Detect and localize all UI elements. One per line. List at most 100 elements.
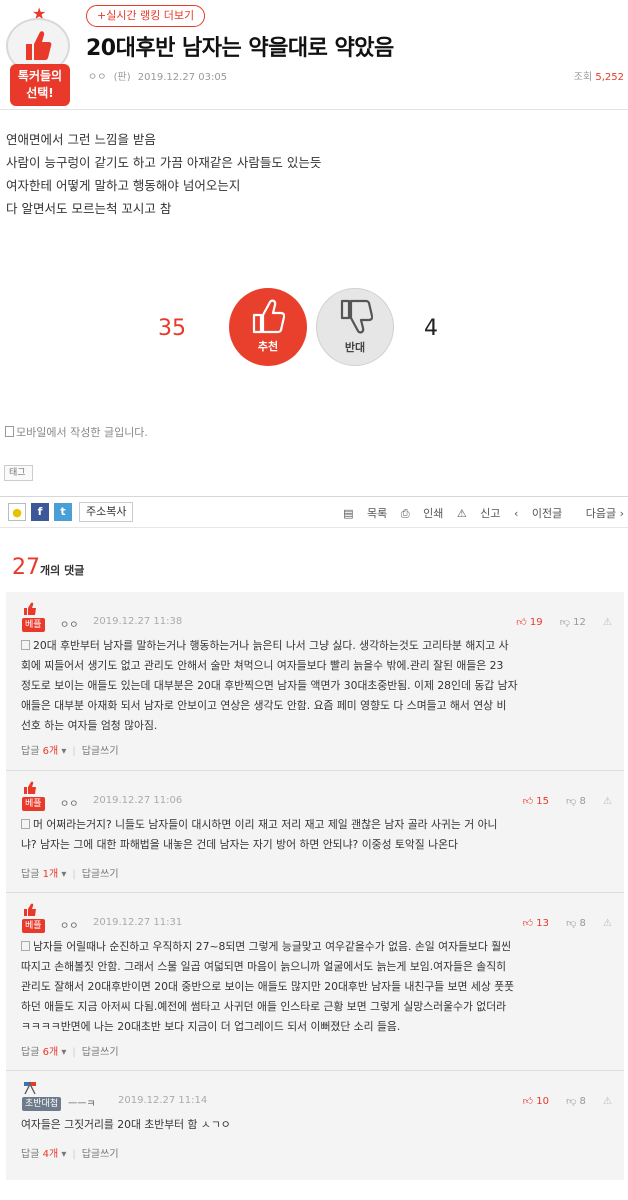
comment-line: 선호 하는 여자들 엄청 많아짐.: [21, 719, 158, 732]
comment-up-count: 10: [536, 1096, 549, 1107]
reply-count: 1개: [42, 869, 59, 880]
best-reply-badge: 베플: [22, 780, 45, 811]
comment-downvote[interactable]: 👎︎ 8: [566, 918, 586, 929]
upvote-count: 35: [158, 316, 186, 341]
reply-write-link[interactable]: 답글쓰기: [82, 1149, 119, 1160]
badge-label: 톡커들의 선택!: [10, 64, 70, 106]
post-toolbar: ● f t 주소복사 ▤ 목록 ⎙ 인쇄 ⚠ 신고 ‹ 이전글 다음글 ›: [0, 496, 628, 528]
comment-line: 애들은 대부분 아재화 되서 남자로 안보이고 연상은 생각도 안함. 요즘 페…: [21, 699, 507, 712]
report-link-label: 신고: [480, 507, 501, 520]
comment-author[interactable]: ㅇㅇ: [60, 795, 78, 810]
downvote-button[interactable]: 반대: [316, 288, 394, 366]
report-icon[interactable]: ⚠: [603, 617, 612, 628]
comment-line: 냐? 남자는 그에 대한 파해법을 내놓은 건데 남자는 자기 방어 하면 안되…: [21, 838, 458, 851]
facebook-share-icon[interactable]: f: [31, 503, 49, 521]
comment-text: 20대 후반부터 남자를 말하는거나 행동하는거나 늙은티 나서 그냥 싫다. …: [21, 636, 612, 736]
reply-count: 6개: [42, 1047, 59, 1058]
views-value: 5,252: [595, 72, 624, 83]
rank-label: 베플: [22, 618, 45, 632]
comment-downvote[interactable]: 👎︎ 12: [560, 617, 586, 628]
reply-count: 4개: [42, 1149, 59, 1160]
comment-up-count: 13: [536, 918, 549, 929]
post-author[interactable]: ㅇㅇ: [88, 72, 106, 83]
rank-label: 초반대첩: [22, 1097, 62, 1111]
realtime-ranking-button[interactable]: +실시간 랭킹 더보기: [86, 5, 206, 27]
comment-author[interactable]: ㅡㅡㅋ: [68, 1095, 96, 1110]
mobile-note: 모바일에서 작성한 글입니다.: [5, 424, 148, 440]
copy-url-button[interactable]: 주소복사: [79, 502, 134, 522]
post-body: 연애면에서 그런 느낌을 받음 사람이 능구렁이 같기도 하고 가끔 아재같은 …: [6, 128, 321, 220]
comment-upvote[interactable]: 👍︎ 13: [523, 918, 549, 929]
comment-downvote[interactable]: 👎︎ 8: [566, 1096, 586, 1107]
rank-label: 베플: [22, 797, 45, 811]
comment-line: 여자들은 그짓거리를 20대 초반부터 함 ㅅㄱㅇ: [21, 1118, 231, 1131]
list-link[interactable]: ▤ 목록: [343, 507, 387, 520]
comment-author[interactable]: ㅇㅇ: [60, 616, 78, 631]
views-label: 조회: [573, 72, 593, 83]
comment-line: 관리도 잘해서 20대후반이면 20대 중반으로 보이는 애들도 많지만 20대…: [21, 980, 515, 993]
print-link[interactable]: ⎙ 인쇄: [401, 507, 444, 520]
post-line: 사람이 능구렁이 같기도 하고 가끔 아재같은 사람들도 있는듯: [6, 155, 322, 170]
best-reply-badge: 베플: [22, 601, 45, 632]
thumbs-up-icon: [24, 602, 36, 615]
comment-up-count: 19: [529, 617, 543, 628]
comment-down-count: 12: [573, 617, 586, 628]
best-reply-badge: 베플: [22, 902, 45, 933]
comment-footer: 답글 6개 ▾ | 답글쓰기: [21, 746, 119, 757]
comment-upvote[interactable]: 👍︎ 19: [516, 617, 542, 628]
view-count: 조회 5,252: [574, 68, 624, 83]
reply-label: 답글: [21, 1047, 40, 1058]
comment-line: ㅋㅋㅋㅋ반면에 나는 20대초반 보다 지금이 더 업그레이드 되서 이뻐졌단 …: [21, 1020, 401, 1033]
reply-toggle[interactable]: 답글 1개 ▾: [21, 869, 66, 880]
reply-write-link[interactable]: 답글쓰기: [82, 1047, 119, 1058]
thumbs-down-icon: [340, 299, 373, 334]
prev-post-label: 이전글: [531, 507, 563, 520]
post-header: ★ 톡커들의 선택! +실시간 랭킹 더보기 20대후반 남자는 약을대로 약았…: [0, 0, 628, 110]
comment-author[interactable]: ㅇㅇ: [60, 917, 78, 932]
comment-upvote[interactable]: 👍︎ 10: [523, 1096, 549, 1107]
crossed-flags-icon: [24, 1081, 36, 1095]
comment-line: 따지고 손해볼짓 안함. 그래서 스물 일곱 여덟되면 마음이 늙으니까 얼굴에…: [21, 960, 507, 973]
kakao-share-icon[interactable]: ●: [8, 503, 26, 521]
report-icon[interactable]: ⚠: [603, 1096, 612, 1107]
comment-line: 회에 찌들어서 생기도 없고 관리도 안해서 술만 쳐먹으니 여자들보다 빨리 …: [21, 659, 504, 672]
comment-line: 하던 애들도 지금 아저씨 다됨.예전에 썸타고 사귀던 애들 인스타로 근황 …: [21, 1000, 507, 1013]
comment-votes: 👍︎ 19 👎︎ 12 ⚠: [516, 616, 612, 628]
reply-toggle[interactable]: 답글 6개 ▾: [21, 746, 66, 757]
comment-list: 베플 ㅇㅇ 2019.12.27 11:38 👍︎ 19 👎︎ 12 ⚠ 20대…: [6, 592, 624, 1180]
talkers-choice-badge: ★ 톡커들의 선택!: [2, 4, 78, 106]
report-link[interactable]: ⚠ 신고: [457, 507, 501, 520]
comment-line: 20대 후반부터 남자를 말하는거나 행동하는거나 늙은티 나서 그냥 싫다. …: [21, 636, 612, 656]
comment-text: 남자들 어릴때나 순진하고 우직하지 27~8되면 그렇게 능글맞고 여우같을수…: [21, 937, 612, 1037]
mobile-icon: [21, 640, 30, 650]
reply-toggle[interactable]: 답글 6개 ▾: [21, 1047, 66, 1058]
upvote-button[interactable]: 추천: [229, 288, 307, 366]
prev-post-link[interactable]: ‹ 이전글: [514, 507, 562, 520]
comment-votes: 👍︎ 13 👎︎ 8 ⚠: [523, 917, 612, 929]
early-battle-badge: 초반대첩: [22, 1080, 62, 1111]
thumbs-up-icon: [252, 299, 285, 334]
reply-write-link[interactable]: 답글쓰기: [82, 746, 119, 757]
post-nav-links: ▤ 목록 ⎙ 인쇄 ⚠ 신고 ‹ 이전글 다음글 ›: [333, 505, 624, 521]
comment-text: 여자들은 그짓거리를 20대 초반부터 함 ㅅㄱㅇ: [21, 1115, 612, 1135]
comment-downvote[interactable]: 👎︎ 8: [566, 796, 586, 807]
comment-down-count: 8: [579, 1096, 586, 1107]
thumbs-up-icon: [26, 31, 52, 60]
report-icon[interactable]: ⚠: [603, 918, 612, 929]
downvote-label: 반대: [344, 341, 366, 354]
next-post-link[interactable]: 다음글 ›: [576, 507, 624, 520]
reply-write-link[interactable]: 답글쓰기: [82, 869, 119, 880]
comment-down-count: 8: [579, 918, 586, 929]
post-meta: ㅇㅇ (판) 2019.12.27 03:05: [88, 68, 227, 83]
comment-footer: 답글 4개 ▾ | 답글쓰기: [21, 1149, 119, 1160]
comment-down-count: 8: [579, 796, 586, 807]
reply-toggle[interactable]: 답글 4개 ▾: [21, 1149, 66, 1160]
mobile-icon: [21, 819, 30, 829]
report-icon[interactable]: ⚠: [603, 796, 612, 807]
comment-count-header: 27개의 댓글: [12, 555, 84, 580]
comment-upvote[interactable]: 👍︎ 15: [523, 796, 549, 807]
comment-line: 정도로 보이는 애들도 있는데 대부분은 20대 후반찍으면 남자들 액면가 3…: [21, 679, 518, 692]
comment-count-label: 개의 댓글: [40, 564, 85, 577]
post-author-tag: (판): [113, 72, 131, 83]
twitter-share-icon[interactable]: t: [54, 503, 72, 521]
